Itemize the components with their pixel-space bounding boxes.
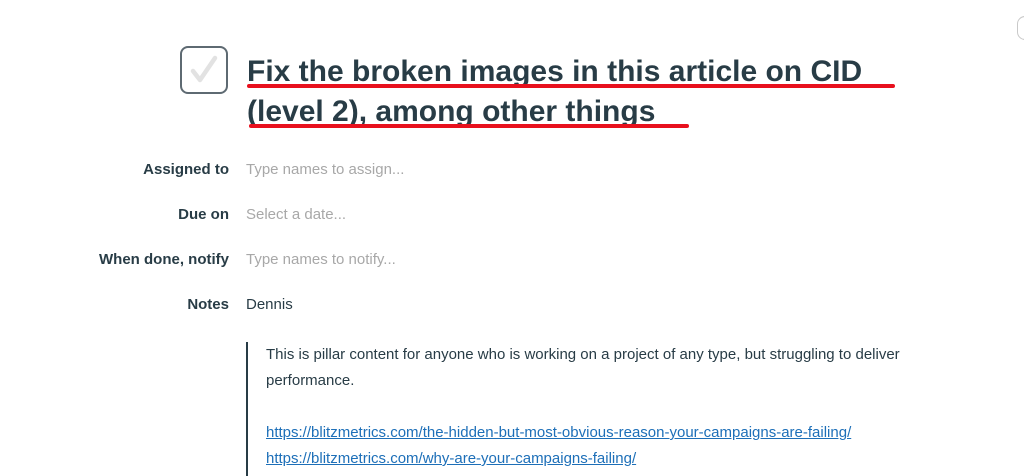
assigned-to-label: Assigned to [143, 161, 229, 178]
todo-title[interactable]: Fix the broken images in this article on… [247, 52, 927, 132]
notes-link-2[interactable]: https://blitzmetrics.com/why-are-your-ca… [266, 446, 946, 472]
notes-link-1[interactable]: https://blitzmetrics.com/the-hidden-but-… [266, 420, 946, 446]
checkmark-icon [190, 55, 218, 83]
scroll-handle[interactable] [1017, 16, 1024, 40]
assigned-to-input[interactable]: Type names to assign... [246, 161, 404, 178]
notify-label: When done, notify [99, 251, 229, 268]
notes-blockquote: This is pillar content for anyone who is… [246, 342, 946, 476]
notify-input[interactable]: Type names to notify... [246, 251, 396, 268]
notes-editor[interactable]: Dennis [246, 296, 293, 313]
due-on-label: Due on [178, 206, 229, 223]
todo-detail-page: Fix the broken images in this article on… [0, 0, 1024, 476]
notes-paragraph: This is pillar content for anyone who is… [266, 346, 900, 389]
due-on-date-picker[interactable]: Select a date... [246, 206, 346, 223]
notes-spacer [266, 394, 946, 420]
notes-label: Notes [187, 296, 229, 313]
title-underline-line-2 [249, 124, 689, 128]
todo-complete-checkbox[interactable] [180, 46, 228, 94]
title-underline-line-1 [247, 84, 895, 88]
